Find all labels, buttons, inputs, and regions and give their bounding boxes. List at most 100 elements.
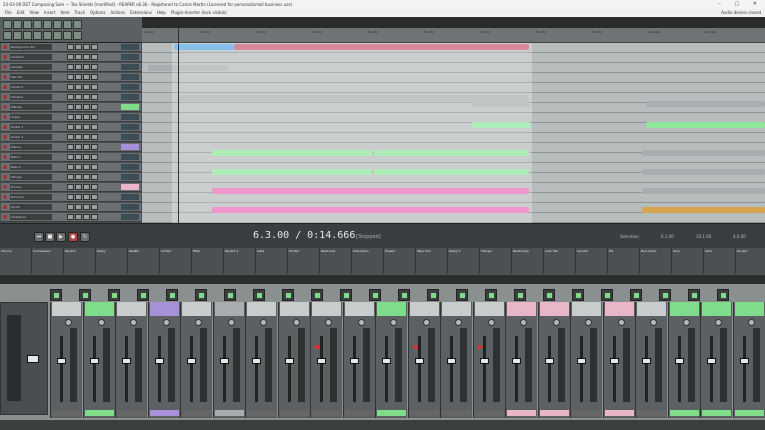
send-indicator[interactable]	[572, 289, 584, 301]
menu-item[interactable]: Actions	[110, 9, 125, 17]
mixer-divider[interactable]	[0, 274, 765, 284]
track-button[interactable]	[83, 194, 90, 200]
menu-item[interactable]: Edit	[17, 9, 25, 17]
track-header[interactable]: Melody	[1, 103, 141, 112]
fader-knob[interactable]	[674, 358, 684, 364]
fader-knob[interactable]	[187, 358, 196, 364]
pan-knob[interactable]	[130, 319, 137, 326]
menu-item[interactable]: File	[5, 9, 12, 17]
send-indicator[interactable]	[659, 289, 671, 301]
fader-track[interactable]	[742, 336, 746, 402]
track-name[interactable]: Strings	[10, 174, 52, 180]
media-item[interactable]	[642, 169, 765, 175]
media-item[interactable]	[642, 150, 765, 156]
fx-slot[interactable]: Gate	[256, 248, 288, 274]
toolbar-button[interactable]	[33, 31, 42, 40]
track-button[interactable]	[75, 204, 82, 210]
send-indicator[interactable]	[601, 289, 613, 301]
track-name[interactable]: Synth	[10, 204, 52, 210]
mixer-strip[interactable]	[505, 302, 537, 418]
toolbar-button[interactable]	[3, 20, 12, 29]
track-button[interactable]	[67, 214, 74, 220]
track-button[interactable]	[83, 94, 90, 100]
media-item[interactable]	[642, 207, 765, 213]
pan-knob[interactable]	[227, 319, 235, 326]
track-name[interactable]: Pianos	[10, 144, 52, 150]
fader-track[interactable]	[677, 336, 681, 402]
pan-knob[interactable]	[520, 319, 527, 326]
send-indicator[interactable]	[195, 289, 207, 301]
track-button[interactable]	[67, 44, 74, 50]
track-button[interactable]	[91, 124, 98, 130]
fader-knob[interactable]	[219, 358, 229, 364]
selection-start[interactable]: 6.1.00	[661, 234, 674, 239]
track-button[interactable]	[67, 204, 74, 210]
track-button[interactable]	[67, 104, 74, 110]
fx-slot[interactable]: Saturation	[352, 248, 384, 274]
fx-slot[interactable]: Delay 2	[448, 248, 480, 274]
play-button[interactable]: ▶	[56, 232, 66, 242]
record-arm-icon[interactable]	[315, 345, 319, 349]
track-button[interactable]	[67, 64, 74, 70]
mixer-strip[interactable]	[667, 302, 700, 418]
track-header[interactable]: Pianos	[1, 143, 141, 152]
mixer-strip[interactable]	[407, 302, 440, 418]
track-button[interactable]	[91, 214, 98, 220]
fx-slot[interactable]: Filter	[192, 248, 224, 274]
fx-slot[interactable]: Auto Pan	[544, 248, 576, 274]
track-button[interactable]	[67, 184, 74, 190]
send-indicator[interactable]	[137, 289, 149, 301]
menu-item[interactable]: Insert	[44, 9, 55, 17]
track-header[interactable]: Sample	[1, 63, 141, 72]
track-button[interactable]	[75, 44, 82, 50]
toolbar-button[interactable]	[3, 31, 12, 40]
track-button[interactable]	[75, 154, 82, 160]
track-button[interactable]	[83, 104, 90, 110]
fader-track[interactable]	[255, 336, 258, 402]
mixer-strip[interactable]	[440, 302, 472, 418]
track-header[interactable]: Vocals 2	[1, 83, 141, 92]
fader-knob[interactable]	[739, 358, 749, 364]
record-arm-icon[interactable]	[3, 45, 7, 49]
fader-track[interactable]	[190, 336, 193, 402]
pan-knob[interactable]	[325, 319, 332, 326]
pan-knob[interactable]	[292, 319, 300, 326]
fx-slot[interactable]: ReaEQ	[128, 248, 160, 274]
toolbar-button[interactable]	[63, 31, 72, 40]
record-arm-icon[interactable]	[3, 185, 7, 189]
record-arm-icon[interactable]	[3, 75, 7, 79]
window-controls[interactable]: – ▢ ✕	[718, 0, 763, 9]
fader-knob[interactable]	[154, 358, 164, 364]
track-button[interactable]	[75, 144, 82, 150]
record-arm-icon[interactable]	[412, 345, 417, 349]
stop-button[interactable]: ■	[45, 232, 55, 242]
mixer-strip[interactable]	[180, 302, 212, 418]
fader-track[interactable]	[60, 336, 63, 402]
fx-slot[interactable]: Flanger	[480, 248, 512, 274]
track-name[interactable]: Scheme	[10, 94, 52, 100]
track-button[interactable]	[67, 164, 74, 170]
fx-slot[interactable]: Reverb	[64, 248, 96, 274]
mixer-strip[interactable]	[375, 302, 407, 418]
fader-knob[interactable]	[512, 358, 521, 364]
fx-slot[interactable]: Ducker	[736, 248, 765, 274]
track-button[interactable]	[91, 154, 98, 160]
media-item[interactable]	[642, 188, 765, 194]
track-header[interactable]: Guitar 1	[1, 123, 141, 132]
fx-slot[interactable]: Bus Comp	[640, 248, 672, 274]
track-button[interactable]	[83, 154, 90, 160]
edit-cursor[interactable]	[178, 28, 179, 223]
fader-knob[interactable]	[122, 358, 131, 364]
track-header[interactable]: Synth	[1, 203, 141, 212]
fx-slot[interactable]: Verb	[704, 248, 736, 274]
track-button[interactable]	[91, 114, 98, 120]
track-button[interactable]	[75, 184, 82, 190]
fader-knob[interactable]	[414, 358, 424, 364]
fader-track[interactable]	[320, 336, 323, 402]
track-button[interactable]	[67, 114, 74, 120]
selection-length[interactable]: 4.0.00	[733, 234, 746, 239]
menu-item[interactable]: Item	[60, 9, 69, 17]
media-item[interactable]	[646, 122, 765, 128]
send-indicator[interactable]	[311, 289, 323, 301]
record-arm-icon[interactable]	[3, 125, 7, 129]
